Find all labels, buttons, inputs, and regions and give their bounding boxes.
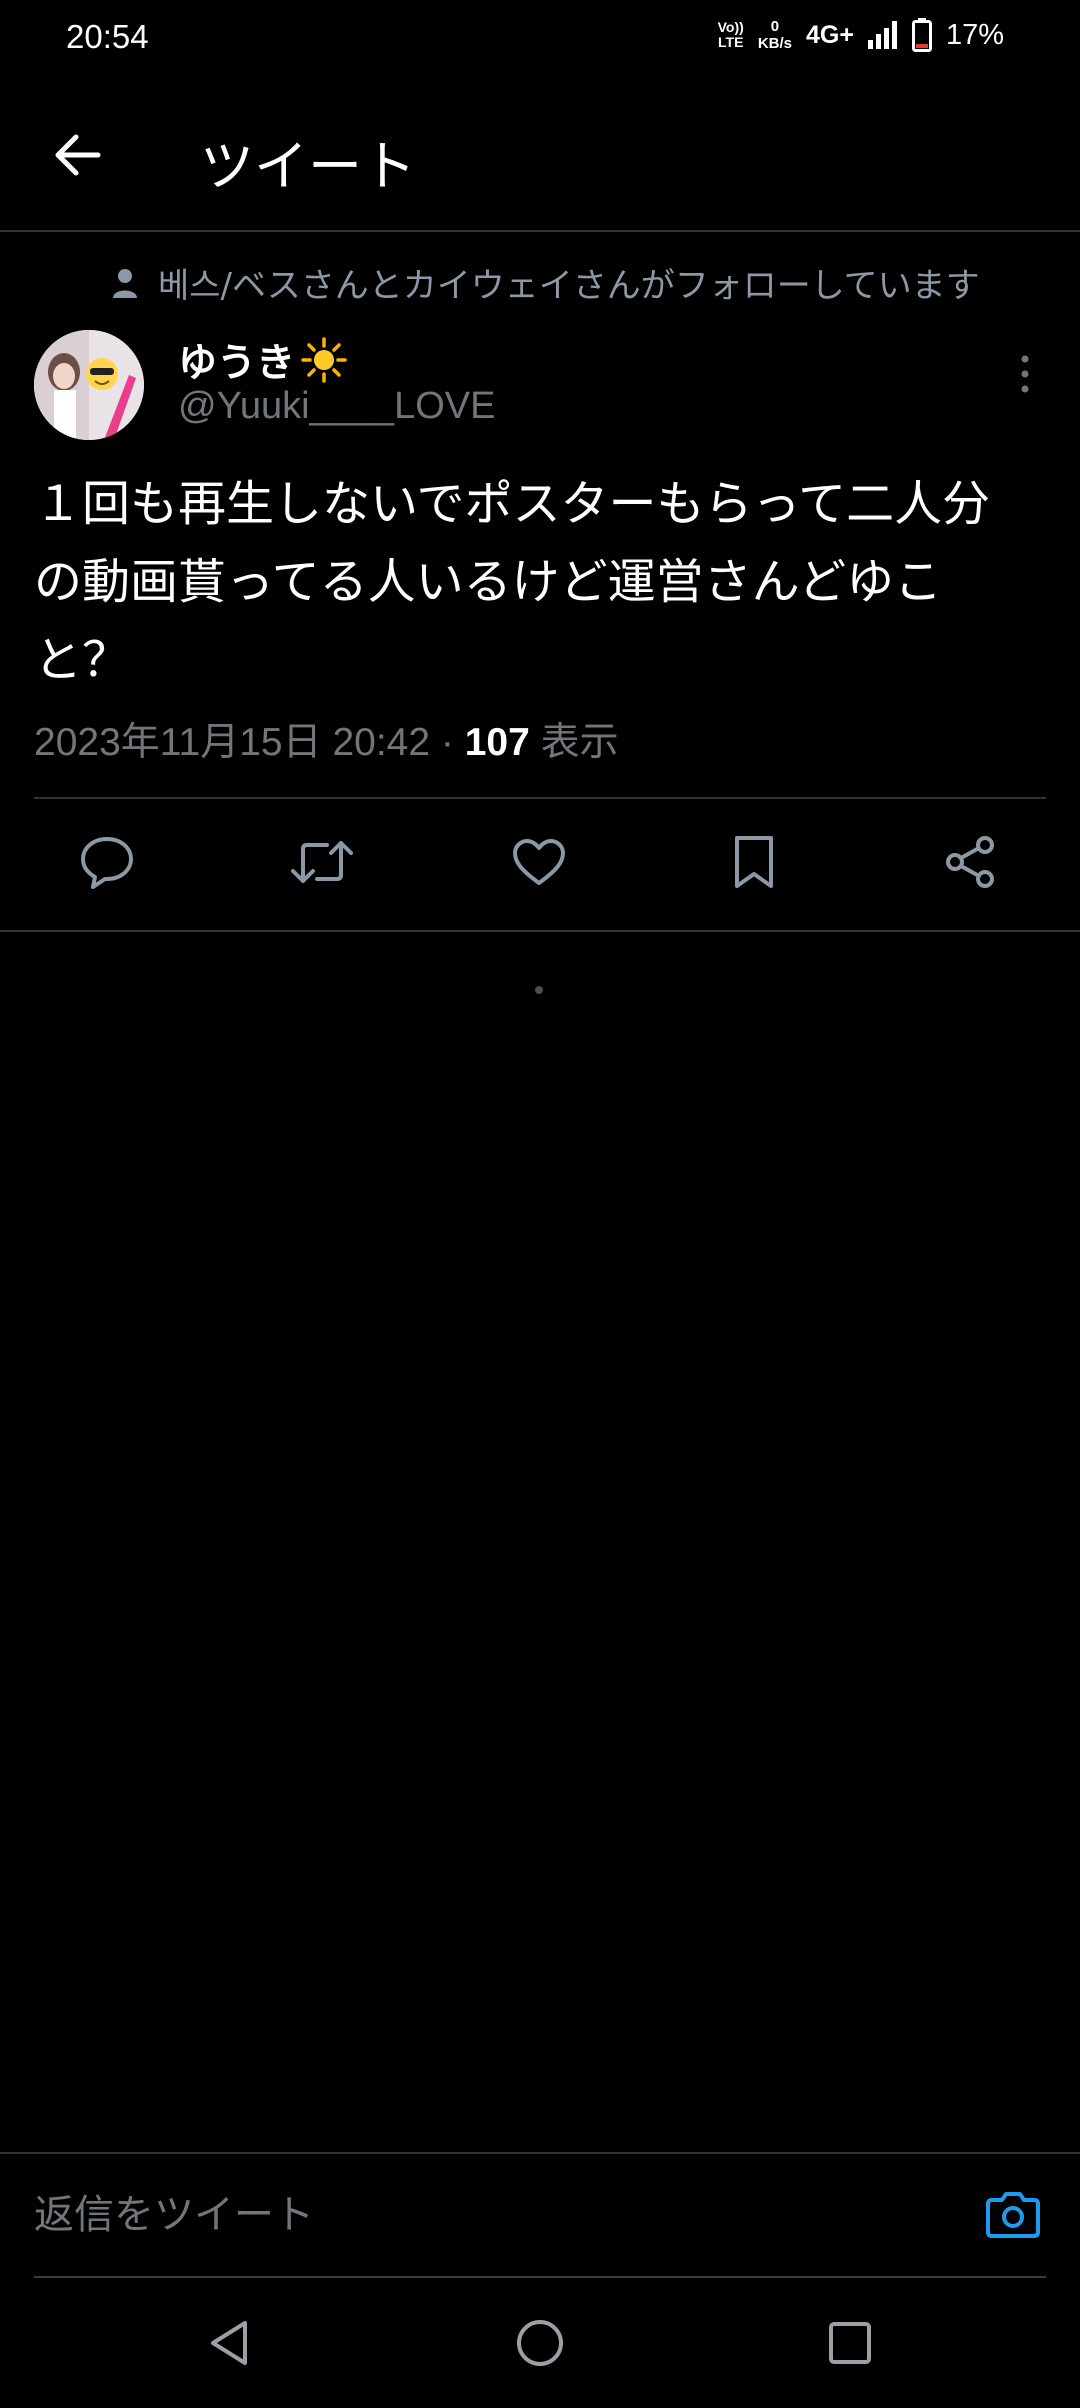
author-handle[interactable]: @Yuuki____LOVE [178, 385, 495, 428]
views-count: 107 [464, 721, 530, 764]
avatar-image [34, 330, 144, 440]
nav-back-button[interactable] [194, 2308, 264, 2378]
status-icons: Vo)) LTE 0 KB/s 4G+ 17% [718, 18, 1004, 52]
volte-top-label: Vo)) [717, 19, 744, 35]
status-time: 20:54 [66, 18, 149, 55]
more-options-button[interactable] [1010, 350, 1040, 398]
like-button[interactable] [507, 830, 571, 894]
loading-indicator [535, 986, 543, 994]
nav-back-icon [211, 2321, 247, 2365]
speed-unit: KB/s [757, 35, 792, 52]
reply-bar [0, 2152, 1080, 2278]
retweet-button[interactable] [290, 830, 354, 894]
sun-emoji [301, 337, 347, 383]
tweet-timestamp[interactable]: 2023年11月15日 20:42 [34, 721, 430, 764]
volte-icon: Vo)) LTE [718, 20, 744, 50]
retweet-icon [291, 841, 353, 883]
data-speed-indicator: 0 KB/s [758, 18, 792, 52]
reply-icon [81, 837, 133, 889]
camera-button[interactable] [982, 2184, 1044, 2246]
volte-bottom-label: LTE [718, 34, 744, 50]
author-name[interactable]: ゆうき [178, 332, 347, 388]
more-vertical-icon [1021, 355, 1029, 393]
bookmark-button[interactable] [722, 830, 786, 894]
battery-percent: 17% [945, 18, 1004, 51]
avatar[interactable] [34, 330, 144, 440]
nav-home-button[interactable] [505, 2308, 575, 2378]
tweet-text: １回も再生しないでポスターもらって二人分 の動画貰ってる人いるけど運営さんどゆこ… [34, 476, 991, 688]
bookmark-icon [735, 836, 773, 888]
network-type: 4G+ [806, 20, 854, 49]
arrow-left-icon [55, 134, 101, 176]
status-bar: 20:54 Vo)) LTE 0 KB/s 4G+ 17% [0, 0, 1080, 78]
social-context-text: 베스/ベスさんとカイウェイさんがフォローしています [158, 266, 980, 306]
nav-recents-icon [829, 2322, 871, 2364]
divider [34, 797, 1046, 799]
social-context[interactable]: 베스/ベスさんとカイウェイさんがフォローしています [112, 258, 980, 307]
page-title: ツイート [200, 135, 416, 198]
meta-separator: · [430, 721, 465, 764]
reply-input[interactable] [34, 2182, 914, 2248]
person-icon [113, 268, 137, 298]
views-label: 表示 [529, 721, 619, 764]
reply-button[interactable] [75, 830, 139, 894]
system-nav-bar [0, 2278, 1080, 2408]
back-button[interactable] [48, 126, 106, 184]
tweet-meta: 2023年11月15日 20:42 · 107 表示 [34, 711, 619, 767]
like-icon [513, 839, 565, 885]
top-app-bar: ツイート [0, 78, 1080, 232]
speed-value: 0 [770, 18, 780, 35]
share-button[interactable] [938, 830, 1002, 894]
battery-icon [911, 18, 932, 52]
camera-icon [986, 2192, 1040, 2238]
tweet-actions [0, 800, 1080, 930]
signal-icon [867, 21, 897, 49]
divider [0, 930, 1080, 932]
nav-recents-button[interactable] [815, 2308, 885, 2378]
author-name-text: ゆうき [178, 341, 296, 386]
share-icon [946, 836, 994, 888]
nav-home-icon [517, 2320, 563, 2366]
